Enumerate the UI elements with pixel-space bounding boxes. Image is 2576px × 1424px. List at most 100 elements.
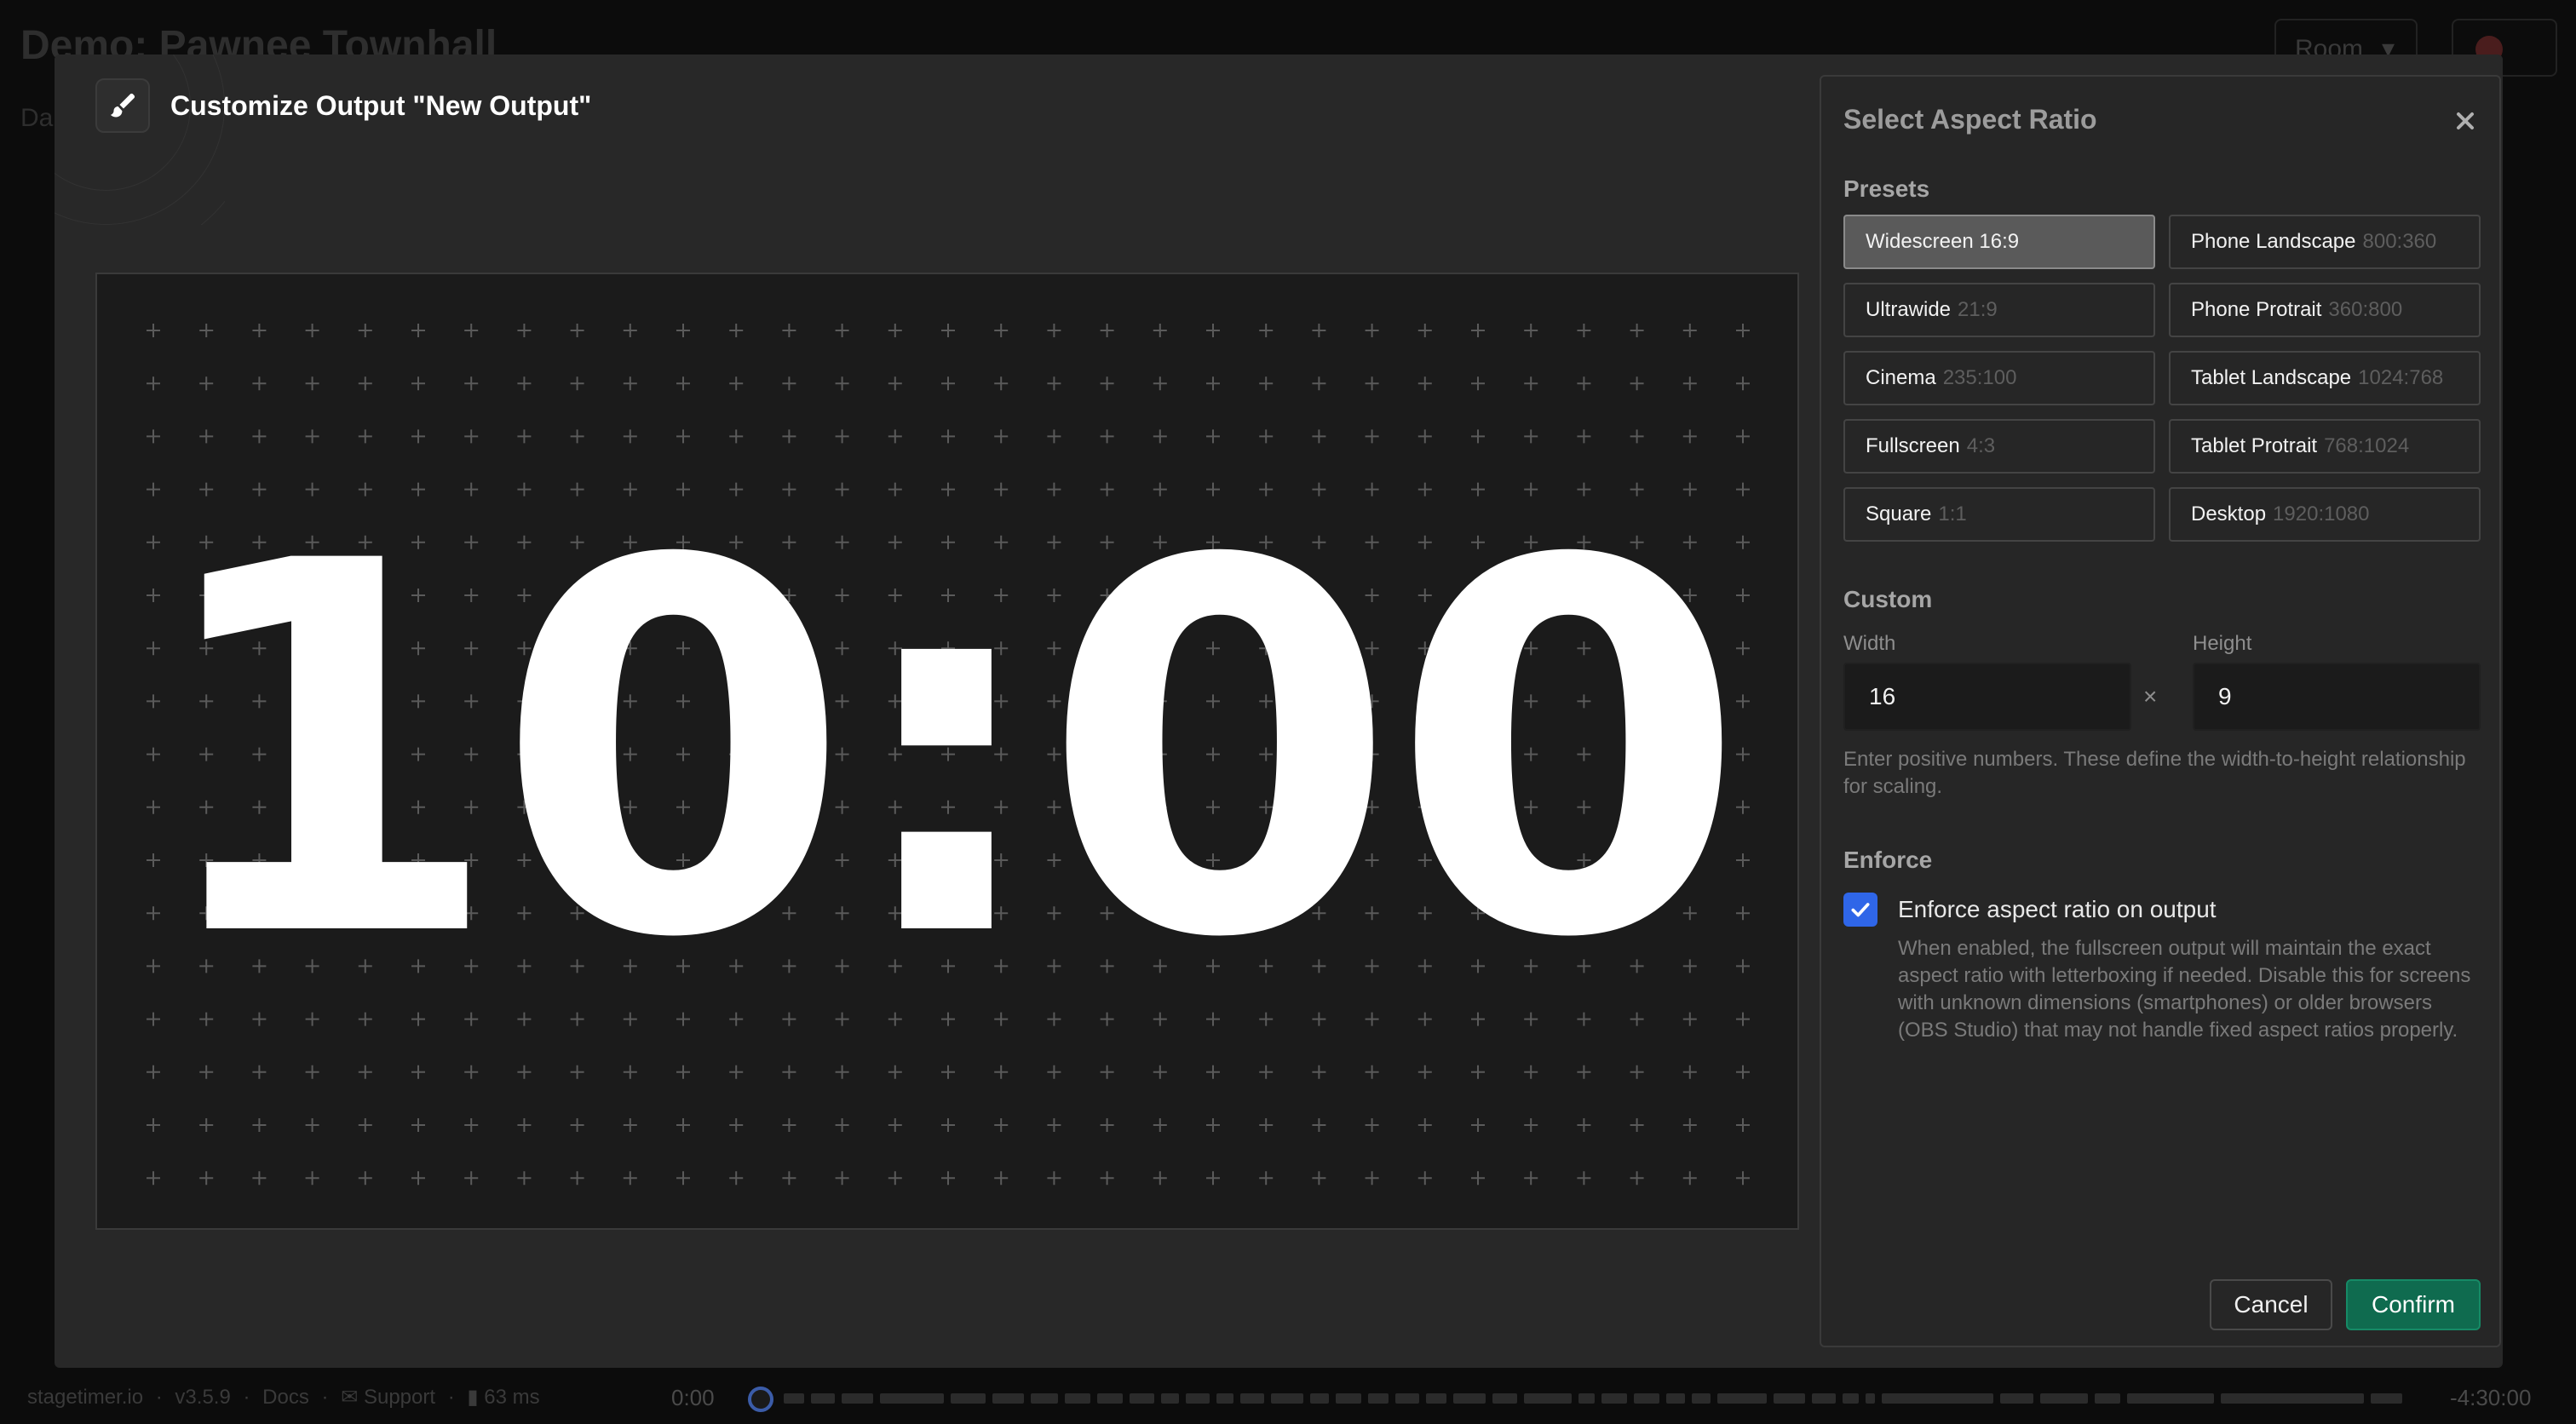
enforce-checkbox[interactable] <box>1843 893 1877 927</box>
preset-ratio: 21:9 <box>1958 298 1998 321</box>
cancel-button[interactable]: Cancel <box>2210 1279 2332 1330</box>
background-footer: stagetimer.io · v3.5.9 · Docs · ✉ Suppor… <box>0 1368 2576 1424</box>
timeline-segment <box>1336 1393 1361 1404</box>
width-label: Width <box>1843 632 1896 655</box>
presets-heading: Presets <box>1843 175 1930 202</box>
timeline-segment <box>1601 1393 1627 1404</box>
preset-ratio: 1:1 <box>1938 502 1967 525</box>
preset-cinema[interactable]: Cinema 235:100 <box>1843 351 2155 405</box>
preset-tablet-portrait[interactable]: Tablet Protrait 768:1024 <box>2169 419 2481 474</box>
timeline-segment <box>1185 1393 1210 1404</box>
preview-clock: 10:00 <box>147 453 1746 1049</box>
footer-links: stagetimer.io · v3.5.9 · Docs · ✉ Suppor… <box>27 1386 540 1409</box>
timeline-segment <box>1882 1393 1993 1404</box>
preset-widescreen[interactable]: Widescreen 16:9 <box>1843 215 2155 269</box>
timeline-segment <box>951 1393 986 1404</box>
timeline-segment <box>1240 1393 1265 1404</box>
timeline-knob[interactable] <box>748 1387 773 1412</box>
timeline-segment <box>2221 1393 2364 1404</box>
output-preview: 10:00 <box>95 273 1799 1230</box>
timeline-segment <box>1309 1393 1330 1404</box>
timeline-segment <box>1161 1393 1179 1404</box>
footer-support-link[interactable]: Support <box>364 1386 435 1409</box>
mail-icon: ✉ <box>341 1386 359 1409</box>
preset-name: Square <box>1866 502 1932 525</box>
preset-name: Cinema <box>1866 366 1936 389</box>
preset-phone-landscape[interactable]: Phone Landscape 800:360 <box>2169 215 2481 269</box>
timeline-segment <box>1216 1393 1234 1404</box>
enforce-description: When enabled, the fullscreen output will… <box>1898 937 2471 1042</box>
preset-name: Ultrawide <box>1866 298 1952 321</box>
timeline-segment <box>1271 1393 1303 1404</box>
preset-phone-portrait[interactable]: Phone Protrait 360:800 <box>2169 283 2481 337</box>
width-input[interactable] <box>1843 663 2131 731</box>
timeline-segment <box>1395 1393 1420 1404</box>
preset-ratio: 4:3 <box>1966 434 1996 457</box>
timeline-segment <box>1843 1393 1859 1404</box>
footer-brand[interactable]: stagetimer.io <box>27 1386 143 1409</box>
timeline-segment <box>1426 1393 1447 1404</box>
timeline-segment <box>2370 1393 2403 1404</box>
footer-latency: 63 ms <box>484 1386 540 1409</box>
timeline-segment <box>880 1393 945 1404</box>
timeline-segment <box>1578 1393 1595 1404</box>
height-input[interactable] <box>2193 663 2481 731</box>
height-label: Height <box>2193 632 2252 655</box>
preset-name: Fullscreen <box>1866 434 1960 457</box>
panel-title: Select Aspect Ratio <box>1843 104 2097 135</box>
aspect-ratio-panel: Select Aspect Ratio Presets Widescreen 1… <box>1820 75 2501 1347</box>
preset-fullscreen[interactable]: Fullscreen 4:3 <box>1843 419 2155 474</box>
custom-help-text: Enter positive numbers. These define the… <box>1843 748 2466 798</box>
preset-ratio: 1920:1080 <box>2273 502 2370 525</box>
close-icon <box>2457 112 2474 129</box>
brush-button[interactable] <box>95 78 150 133</box>
footer-docs-link[interactable]: Docs <box>262 1386 309 1409</box>
preset-tablet-landscape[interactable]: Tablet Landscape 1024:768 <box>2169 351 2481 405</box>
preset-ratio: 360:800 <box>2328 298 2403 321</box>
preset-ratio: 1024:768 <box>2358 366 2444 389</box>
preset-name: Tablet Protrait <box>2191 434 2318 457</box>
times-symbol: × <box>2143 683 2158 709</box>
timeline-segment <box>1064 1393 1090 1404</box>
preset-grid: Widescreen 16:9 Phone Landscape 800:360 U… <box>1843 215 2481 542</box>
custom-heading: Custom <box>1843 586 1933 612</box>
preset-name: Tablet Landscape <box>2191 366 2352 389</box>
footer-version: v3.5.9 <box>175 1386 231 1409</box>
confirm-button[interactable]: Confirm <box>2346 1279 2481 1330</box>
timeline-segment <box>1717 1393 1768 1404</box>
timeline-segment <box>1524 1393 1573 1404</box>
timeline-track[interactable] <box>784 1393 2403 1404</box>
preset-square[interactable]: Square 1:1 <box>1843 487 2155 542</box>
background-subtitle: Da <box>20 104 54 132</box>
preset-ratio: 16:9 <box>1979 230 2020 253</box>
timeline-end-time: -4:30:00 <box>2450 1385 2532 1410</box>
timeline-segment <box>1665 1393 1685 1404</box>
timeline-segment <box>1865 1393 1876 1404</box>
enforce-heading: Enforce <box>1843 847 1933 873</box>
modal-title: Customize Output "New Output" <box>170 90 592 121</box>
checkmark-icon <box>1851 903 1870 917</box>
timeline-segment <box>1691 1393 1711 1404</box>
timeline-segment <box>1031 1393 1058 1404</box>
enforce-label[interactable]: Enforce aspect ratio on output <box>1898 896 2217 923</box>
timeline-segment <box>1129 1393 1155 1404</box>
preset-ultrawide[interactable]: Ultrawide 21:9 <box>1843 283 2155 337</box>
preset-name: Desktop <box>2191 502 2267 525</box>
timeline-segment <box>1453 1393 1486 1404</box>
timeline-segment <box>992 1393 1025 1404</box>
preset-name: Phone Protrait <box>2191 298 2322 321</box>
preset-desktop[interactable]: Desktop 1920:1080 <box>2169 487 2481 542</box>
timeline-segment <box>811 1393 836 1404</box>
timeline-segment <box>1492 1393 1518 1404</box>
signal-icon: ▮ <box>467 1386 479 1409</box>
timeline-segment <box>1999 1393 2033 1404</box>
close-button[interactable] <box>2450 106 2481 136</box>
timeline-segment <box>1367 1393 1389 1404</box>
paintbrush-icon <box>110 93 135 118</box>
preset-ratio: 768:1024 <box>2324 434 2410 457</box>
timeline-segment <box>784 1393 805 1404</box>
timeline-segment <box>842 1393 874 1404</box>
timeline-segment <box>1633 1393 1659 1404</box>
preset-ratio: 800:360 <box>2362 230 2437 253</box>
timeline-segment <box>2039 1393 2088 1404</box>
